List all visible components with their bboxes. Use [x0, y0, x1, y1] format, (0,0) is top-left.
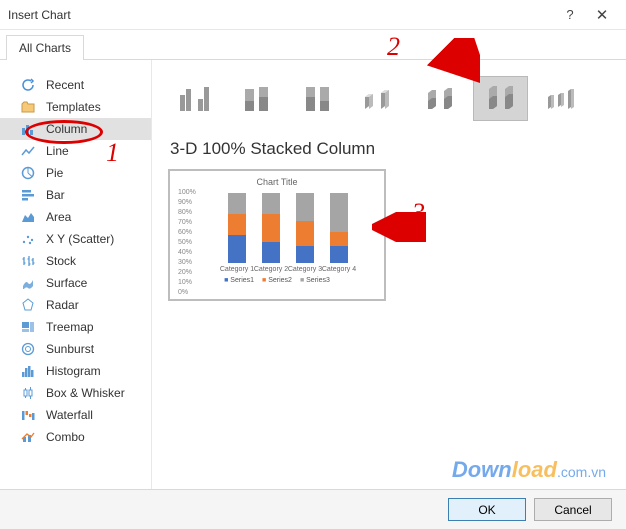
sidebar-item-pie[interactable]: Pie [0, 162, 151, 184]
surface-icon [20, 275, 36, 291]
stock-icon [20, 253, 36, 269]
sidebar-item-area[interactable]: Area [0, 206, 151, 228]
sidebar-item-label: Sunburst [46, 342, 94, 356]
tab-all-charts[interactable]: All Charts [6, 35, 84, 60]
preview-y-labels: 100%90%80%70%60%50%40%30%20%10%0% [178, 189, 196, 296]
sidebar-item-bar[interactable]: Bar [0, 184, 151, 206]
preview-legend: Series1 Series2 Series3 [224, 277, 330, 284]
sidebar-item-label: Bar [46, 188, 65, 202]
combo-icon [20, 429, 36, 445]
sidebar-item-column[interactable]: Column [0, 118, 151, 140]
sidebar-item-label: Surface [46, 276, 87, 290]
preview-chart-area: Category 1 Category 2 Category 3 Categor… [221, 191, 355, 273]
sidebar-item-label: Column [46, 122, 87, 136]
subtype-3d-column[interactable] [534, 76, 589, 121]
sidebar-item-line[interactable]: Line [0, 140, 151, 162]
ok-button[interactable]: OK [448, 498, 526, 521]
area-icon [20, 209, 36, 225]
sidebar-item-label: Waterfall [46, 408, 93, 422]
window-title: Insert Chart [8, 8, 554, 22]
sidebar-item-treemap[interactable]: Treemap [0, 316, 151, 338]
subtype-stacked-column[interactable] [229, 76, 284, 121]
close-button[interactable]: ✕ [586, 3, 618, 27]
scatter-icon [20, 231, 36, 247]
pie-icon [20, 165, 36, 181]
dialog-content: Recent Templates Column Line Pie Bar Are… [0, 60, 626, 489]
titlebar: Insert Chart ? ✕ [0, 0, 626, 30]
sidebar-item-surface[interactable]: Surface [0, 272, 151, 294]
line-icon [20, 143, 36, 159]
sidebar-item-boxwhisker[interactable]: Box & Whisker [0, 382, 151, 404]
column-subtype-row [168, 76, 612, 121]
sidebar-item-histogram[interactable]: Histogram [0, 360, 151, 382]
cancel-button[interactable]: Cancel [534, 498, 612, 521]
watermark: Download.com.vn [452, 457, 606, 483]
bar-icon [20, 187, 36, 203]
sidebar-item-label: Line [46, 144, 69, 158]
sidebar-item-combo[interactable]: Combo [0, 426, 151, 448]
sidebar-item-label: Recent [46, 78, 84, 92]
templates-icon [20, 99, 36, 115]
subtype-3d-100-stacked-column[interactable] [473, 76, 528, 121]
sidebar-item-radar[interactable]: Radar [0, 294, 151, 316]
sidebar-item-label: X Y (Scatter) [46, 232, 114, 246]
histogram-icon [20, 363, 36, 379]
subtype-title: 3-D 100% Stacked Column [170, 139, 612, 159]
boxwhisker-icon [20, 385, 36, 401]
sunburst-icon [20, 341, 36, 357]
chart-preview[interactable]: Chart Title 100%90%80%70%60%50%40%30%20%… [168, 169, 386, 301]
waterfall-icon [20, 407, 36, 423]
chart-category-sidebar: Recent Templates Column Line Pie Bar Are… [0, 60, 152, 489]
recent-icon [20, 77, 36, 93]
column-icon [20, 121, 36, 137]
subtype-clustered-column[interactable] [168, 76, 223, 121]
sidebar-item-scatter[interactable]: X Y (Scatter) [0, 228, 151, 250]
sidebar-item-stock[interactable]: Stock [0, 250, 151, 272]
help-button[interactable]: ? [554, 3, 586, 27]
sidebar-item-label: Area [46, 210, 71, 224]
treemap-icon [20, 319, 36, 335]
sidebar-item-sunburst[interactable]: Sunburst [0, 338, 151, 360]
sidebar-item-label: Templates [46, 100, 101, 114]
sidebar-item-label: Stock [46, 254, 76, 268]
tabstrip: All Charts [0, 30, 626, 60]
sidebar-item-label: Box & Whisker [46, 386, 125, 400]
subtype-3d-clustered-column[interactable] [351, 76, 406, 121]
sidebar-item-label: Combo [46, 430, 85, 444]
subtype-100-stacked-column[interactable] [290, 76, 345, 121]
sidebar-item-label: Pie [46, 166, 63, 180]
sidebar-item-label: Histogram [46, 364, 101, 378]
sidebar-item-waterfall[interactable]: Waterfall [0, 404, 151, 426]
sidebar-item-templates[interactable]: Templates [0, 96, 151, 118]
sidebar-item-label: Treemap [46, 320, 94, 334]
dialog-button-row: OK Cancel [0, 489, 626, 529]
sidebar-item-label: Radar [46, 298, 79, 312]
radar-icon [20, 297, 36, 313]
preview-chart-title: Chart Title [256, 177, 297, 187]
subtype-3d-stacked-column[interactable] [412, 76, 467, 121]
sidebar-item-recent[interactable]: Recent [0, 74, 151, 96]
main-pane: 3-D 100% Stacked Column Chart Title 100%… [152, 60, 626, 489]
